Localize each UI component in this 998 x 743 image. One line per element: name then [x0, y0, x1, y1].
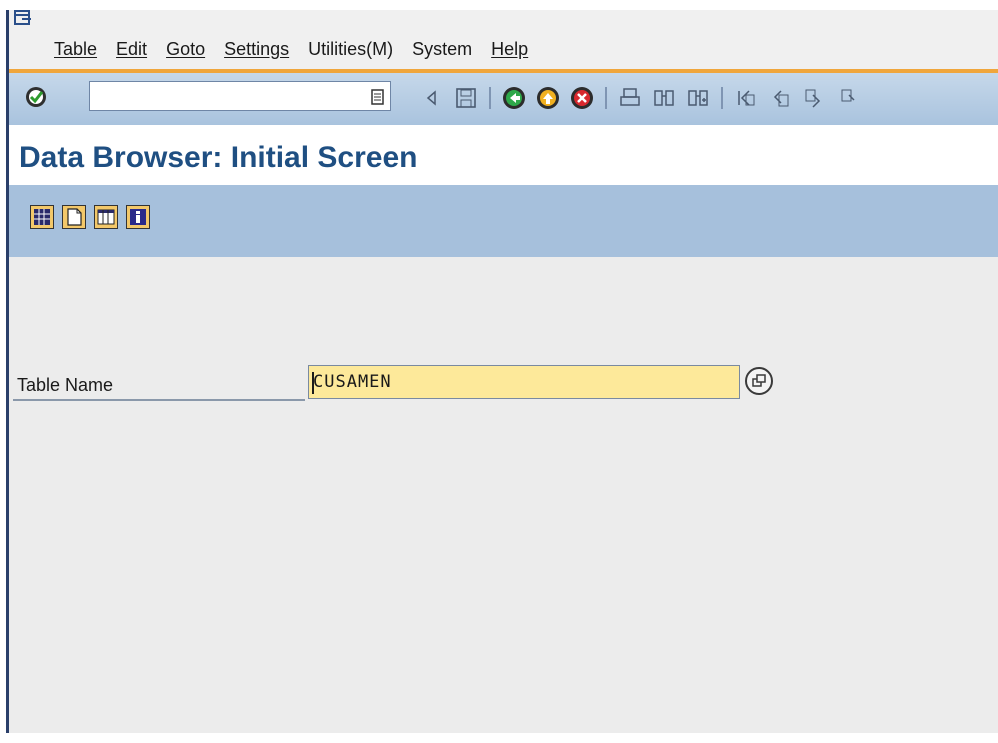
table-fields-icon[interactable]	[94, 205, 118, 229]
toolbar-separator	[721, 87, 723, 109]
table-contents-icon[interactable]	[30, 205, 54, 229]
print-icon[interactable]	[617, 85, 643, 111]
enter-icon[interactable]	[24, 85, 48, 109]
menu-bar: Table Edit Goto Settings Utilities(M) Sy…	[9, 10, 998, 69]
label-underline	[13, 399, 305, 401]
menu-utilities[interactable]: Utilities(M)	[308, 39, 393, 60]
find-icon[interactable]	[651, 85, 677, 111]
toolbar-separator	[605, 87, 607, 109]
previous-page-icon[interactable]	[767, 85, 793, 111]
cancel-icon[interactable]	[569, 85, 595, 111]
title-bar: Data Browser: Initial Screen	[9, 127, 998, 185]
menu-settings[interactable]: Settings	[224, 39, 289, 60]
toolbar-separator	[489, 87, 491, 109]
create-entries-icon[interactable]	[62, 205, 86, 229]
command-field-dropdown-icon[interactable]	[371, 89, 385, 105]
next-page-icon[interactable]	[801, 85, 827, 111]
menu-system[interactable]: System	[412, 39, 472, 60]
system-menu-icon[interactable]	[14, 10, 32, 26]
menu-table[interactable]: Table	[54, 39, 97, 60]
back-icon[interactable]	[501, 85, 527, 111]
exit-icon[interactable]	[535, 85, 561, 111]
value-help-icon[interactable]	[744, 366, 774, 396]
table-name-row: Table Name CUSAMEN	[13, 361, 773, 401]
table-name-label: Table Name	[17, 375, 114, 395]
find-next-icon[interactable]	[685, 85, 711, 111]
info-icon[interactable]	[126, 205, 150, 229]
sap-gui-window: Table Edit Goto Settings Utilities(M) Sy…	[0, 0, 998, 743]
application-toolbar	[9, 185, 998, 257]
first-page-icon[interactable]	[733, 85, 759, 111]
standard-toolbar	[9, 73, 998, 127]
save-icon[interactable]	[453, 85, 479, 111]
text-cursor	[312, 372, 314, 394]
screen-content: Table Name CUSAMEN	[9, 257, 998, 733]
table-name-input[interactable]: CUSAMEN	[308, 365, 740, 399]
page-title: Data Browser: Initial Screen	[19, 141, 418, 174]
menu-help[interactable]: Help	[491, 39, 528, 60]
command-field[interactable]	[89, 81, 391, 111]
last-page-icon[interactable]	[835, 85, 861, 111]
back-arrow-icon[interactable]	[419, 85, 445, 111]
menu-goto[interactable]: Goto	[166, 39, 205, 60]
menu-edit[interactable]: Edit	[116, 39, 147, 60]
table-name-value: CUSAMEN	[313, 372, 392, 392]
